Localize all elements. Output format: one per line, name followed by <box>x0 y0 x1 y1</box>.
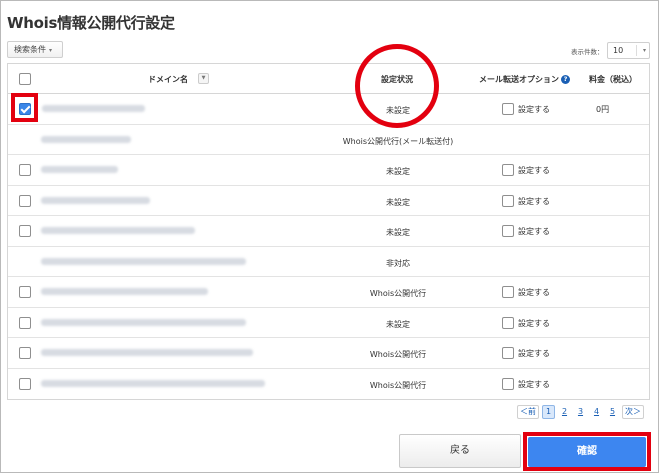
page-title: Whois情報公開代行設定 <box>7 14 175 32</box>
pagination: ＜前 1 2 3 4 5 次＞ <box>517 405 644 419</box>
mail-option-label: 設定する <box>518 349 550 358</box>
status-text: Whois公開代行 <box>369 350 427 359</box>
domain-name-redacted <box>41 166 118 173</box>
per-page-label: 表示件数： <box>571 48 604 56</box>
pagination-prev[interactable]: ＜前 <box>517 405 539 419</box>
row-checkbox[interactable] <box>19 377 31 390</box>
help-circle-icon[interactable]: ? <box>561 75 570 84</box>
price-text: 0円 <box>596 105 610 114</box>
table-row: 未設定 設定する <box>8 216 649 247</box>
domain-table: ドメイン名 ▼ 設定状況 メール転送オプション? 料金（税込） 未設定 設定する 0… <box>7 63 650 400</box>
row-checkbox[interactable] <box>19 225 31 237</box>
mail-option-checkbox[interactable] <box>502 316 514 329</box>
highlight-box <box>523 432 651 471</box>
status-text: 未設定 <box>386 167 410 176</box>
mail-option-label: 設定する <box>518 318 550 328</box>
domain-name-redacted <box>41 135 131 143</box>
table-row: Whois公開代行(メール転送付) <box>8 125 649 155</box>
domain-name-redacted <box>41 257 246 265</box>
page-5-link[interactable]: 5 <box>606 405 619 419</box>
per-page-select[interactable]: 10 ▾ <box>607 42 650 59</box>
mail-option-label: 設定する <box>518 166 550 175</box>
select-all-checkbox[interactable] <box>19 73 31 85</box>
per-page-value: 10 <box>613 46 624 55</box>
header-mail-option: メール転送オプション? <box>479 74 570 85</box>
table-row: Whois公開代行 設定する <box>8 369 649 400</box>
status-text: Whois公開代行 <box>369 289 427 298</box>
table-row: 未設定 設定する <box>8 186 649 216</box>
status-text: 未設定 <box>386 197 410 207</box>
highlight-circle <box>355 44 439 128</box>
status-text: Whois公開代行 <box>369 380 427 390</box>
row-checkbox[interactable] <box>19 286 31 298</box>
highlight-box <box>11 93 38 122</box>
mail-option-checkbox[interactable] <box>502 347 514 359</box>
mail-option-checkbox[interactable] <box>502 194 514 207</box>
status-text: 非対応 <box>386 258 410 268</box>
table-row: 未設定 設定する 0円 <box>8 94 649 125</box>
row-checkbox[interactable] <box>19 347 31 359</box>
mail-option-checkbox[interactable] <box>502 225 514 237</box>
status-text: Whois公開代行(メール転送付) <box>342 136 454 146</box>
search-conditions-button[interactable]: 検索条件 ▾ <box>7 41 63 58</box>
mail-option-checkbox[interactable] <box>502 377 514 390</box>
chevron-down-icon: ▾ <box>49 47 53 54</box>
domain-name-redacted <box>42 105 145 112</box>
domain-name-redacted <box>41 196 150 204</box>
table-header: ドメイン名 ▼ 設定状況 メール転送オプション? 料金（税込） <box>8 64 649 94</box>
mail-option-label: 設定する <box>518 196 550 206</box>
page-2-link[interactable]: 2 <box>558 405 571 419</box>
chevron-down-icon: ▾ <box>642 47 646 54</box>
mail-option-checkbox[interactable] <box>502 164 514 176</box>
search-conditions-label: 検索条件 <box>14 45 46 54</box>
mail-option-checkbox[interactable] <box>502 103 514 115</box>
table-row: Whois公開代行 設定する <box>8 277 649 308</box>
page-4-link[interactable]: 4 <box>590 405 603 419</box>
domain-name-redacted <box>41 349 253 356</box>
table-row: 未設定 設定する <box>8 155 649 186</box>
header-price: 料金（税込） <box>589 75 637 84</box>
domain-name-redacted <box>41 318 246 326</box>
mail-option-label: 設定する <box>518 379 550 389</box>
mail-option-label: 設定する <box>518 227 550 236</box>
domain-name-redacted <box>41 227 195 234</box>
back-button[interactable]: 戻る <box>399 434 521 468</box>
header-domain: ドメイン名 <box>148 75 188 84</box>
mail-option-checkbox[interactable] <box>502 286 514 298</box>
select-divider <box>636 45 637 56</box>
status-text: 未設定 <box>386 319 410 329</box>
mail-option-label: 設定する <box>518 105 550 114</box>
row-checkbox[interactable] <box>19 316 31 329</box>
table-row: 未設定 設定する <box>8 308 649 338</box>
page-3-link[interactable]: 3 <box>574 405 587 419</box>
row-checkbox[interactable] <box>19 194 31 207</box>
page-1-link[interactable]: 1 <box>542 405 555 419</box>
sort-down-icon[interactable]: ▼ <box>198 73 209 84</box>
header-mail-option-label: メール転送オプション <box>479 75 559 84</box>
row-checkbox[interactable] <box>19 164 31 176</box>
domain-name-redacted <box>41 379 265 387</box>
table-row: Whois公開代行 設定する <box>8 338 649 369</box>
domain-name-redacted <box>41 288 208 295</box>
table-row: 非対応 <box>8 247 649 277</box>
mail-option-label: 設定する <box>518 288 550 297</box>
pagination-next[interactable]: 次＞ <box>622 405 644 419</box>
status-text: 未設定 <box>386 228 410 237</box>
